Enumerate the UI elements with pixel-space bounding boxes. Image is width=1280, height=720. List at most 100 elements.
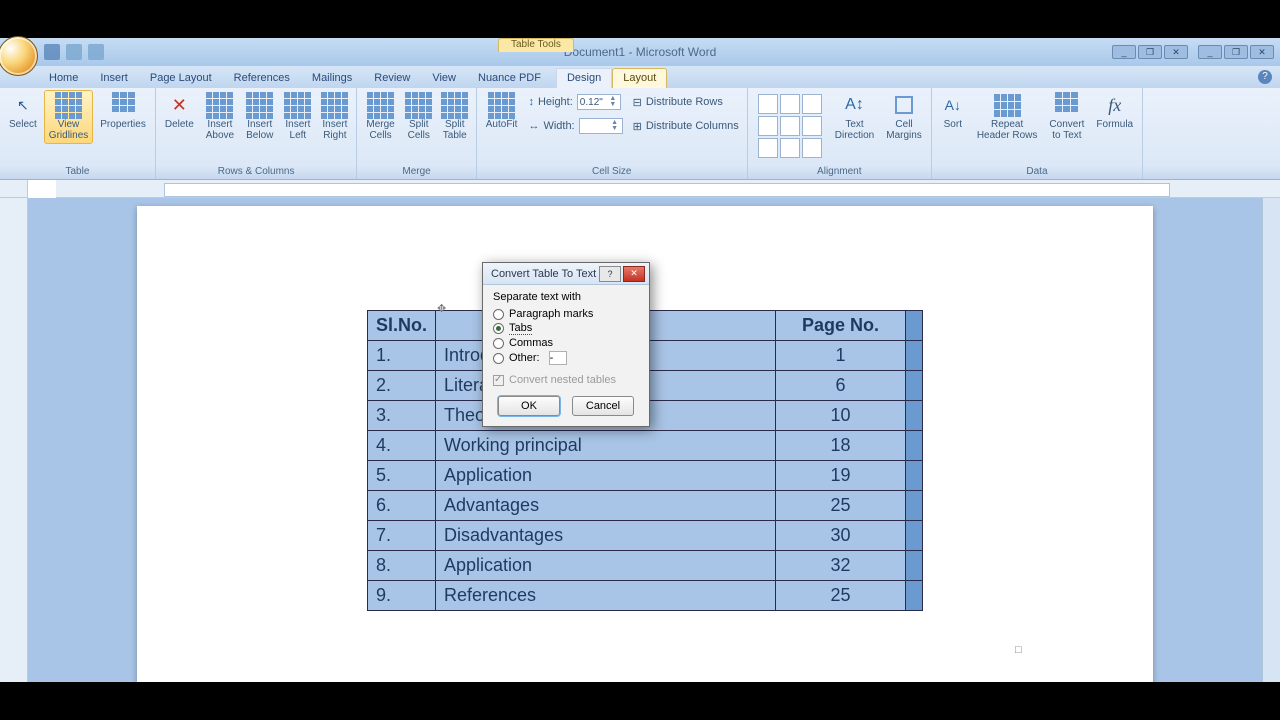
table-row[interactable]: 4.Working principal18 — [367, 431, 922, 461]
autofit-button[interactable]: AutoFit — [481, 90, 523, 133]
text-direction-button[interactable]: A↕ Text Direction — [830, 90, 879, 144]
vertical-ruler[interactable] — [0, 198, 28, 682]
insert-right-button[interactable]: Insert Right — [317, 90, 352, 144]
cell-slno[interactable]: 5. — [367, 461, 435, 491]
cancel-button[interactable]: Cancel — [572, 396, 634, 416]
tab-design[interactable]: Design — [556, 68, 612, 88]
tab-layout[interactable]: Layout — [612, 68, 667, 88]
horizontal-ruler[interactable] — [56, 180, 1280, 198]
cell-page[interactable]: 30 — [776, 521, 906, 551]
cell-slno[interactable]: 3. — [367, 401, 435, 431]
tab-references[interactable]: References — [223, 68, 301, 88]
repeat-header-rows-button[interactable]: Repeat Header Rows — [972, 90, 1043, 144]
table-resize-handle-icon[interactable]: □ — [1015, 644, 1022, 656]
table-move-handle-icon[interactable]: ✥ — [437, 302, 446, 315]
cell-topic[interactable]: Disadvantages — [436, 521, 776, 551]
cell-topic[interactable]: References — [436, 581, 776, 611]
tab-nuance-pdf[interactable]: Nuance PDF — [467, 68, 552, 88]
text-direction-icon: A↕ — [843, 93, 867, 117]
cell-page[interactable]: 25 — [776, 581, 906, 611]
radio-other[interactable]: Other:- — [493, 350, 639, 366]
cell-page[interactable]: 25 — [776, 491, 906, 521]
properties-icon — [111, 93, 135, 117]
cell-topic[interactable]: Application — [436, 461, 776, 491]
height-label: Height: — [538, 96, 573, 108]
qat-save-icon[interactable] — [44, 44, 60, 60]
formula-button[interactable]: fx Formula — [1091, 90, 1138, 133]
cell-topic[interactable]: Application — [436, 551, 776, 581]
dialog-close-button[interactable]: ✕ — [623, 266, 645, 282]
height-input[interactable]: 0.12"▲▼ — [577, 94, 621, 110]
ok-button[interactable]: OK — [498, 396, 560, 416]
table-row[interactable]: 7.Disadvantages30 — [367, 521, 922, 551]
alignment-grid[interactable] — [758, 94, 822, 158]
cell-page[interactable]: 6 — [776, 371, 906, 401]
insert-left-button[interactable]: Insert Left — [280, 90, 315, 144]
select-button[interactable]: ↖ Select — [4, 90, 42, 133]
tab-insert[interactable]: Insert — [89, 68, 139, 88]
table-row[interactable]: 9.References25 — [367, 581, 922, 611]
split-cells-button[interactable]: Split Cells — [402, 90, 436, 144]
document-title: Document1 - Microsoft Word — [564, 45, 717, 59]
sort-button[interactable]: A↓ Sort — [936, 90, 970, 133]
table-row[interactable]: 5.Application19 — [367, 461, 922, 491]
cell-page[interactable]: 18 — [776, 431, 906, 461]
convert-to-text-button[interactable]: Convert to Text — [1044, 90, 1089, 144]
view-gridlines-button[interactable]: View Gridlines — [44, 90, 93, 144]
other-separator-input[interactable]: - — [549, 351, 567, 365]
quick-access-toolbar — [44, 44, 104, 60]
insert-above-button[interactable]: Insert Above — [201, 90, 239, 144]
cell-slno[interactable]: 7. — [367, 521, 435, 551]
cell-page[interactable]: 19 — [776, 461, 906, 491]
doc-close-button[interactable]: ✕ — [1164, 45, 1188, 59]
cell-slno[interactable]: 6. — [367, 491, 435, 521]
radio-commas[interactable]: Commas — [493, 336, 639, 350]
tab-view[interactable]: View — [421, 68, 467, 88]
radio-paragraph-marks[interactable]: Paragraph marks — [493, 307, 639, 321]
qat-undo-icon[interactable] — [66, 44, 82, 60]
cell-margins-button[interactable]: Cell Margins — [881, 90, 927, 144]
tab-home[interactable]: Home — [38, 68, 89, 88]
properties-button[interactable]: Properties — [95, 90, 151, 133]
split-table-button[interactable]: Split Table — [438, 90, 472, 144]
dialog-help-button[interactable]: ? — [599, 266, 621, 282]
help-icon[interactable]: ? — [1258, 70, 1272, 84]
radio-icon — [493, 338, 504, 349]
cell-slno[interactable]: 2. — [367, 371, 435, 401]
tab-page-layout[interactable]: Page Layout — [139, 68, 223, 88]
height-icon: ↕ — [528, 96, 534, 108]
insert-below-button[interactable]: Insert Below — [241, 90, 278, 144]
cell-page[interactable]: 32 — [776, 551, 906, 581]
table-row[interactable]: 6.Advantages25 — [367, 491, 922, 521]
selection-edge — [906, 431, 923, 461]
cell-slno[interactable]: 4. — [367, 431, 435, 461]
tab-mailings[interactable]: Mailings — [301, 68, 363, 88]
cell-topic[interactable]: Working principal — [436, 431, 776, 461]
delete-button[interactable]: ✕ Delete — [160, 90, 199, 133]
header-slno[interactable]: Sl.No. — [367, 311, 435, 341]
radio-tabs[interactable]: Tabs — [493, 321, 639, 336]
dialog-titlebar[interactable]: Convert Table To Text ? ✕ — [483, 263, 649, 285]
table-row[interactable]: 8.Application32 — [367, 551, 922, 581]
cell-slno[interactable]: 8. — [367, 551, 435, 581]
merge-cells-button[interactable]: Merge Cells — [361, 90, 399, 144]
header-page[interactable]: Page No. — [776, 311, 906, 341]
distribute-columns-button[interactable]: ⊞Distribute Columns — [633, 116, 739, 136]
app-minimize-button[interactable]: _ — [1198, 45, 1222, 59]
distribute-rows-button[interactable]: ⊟Distribute Rows — [633, 92, 739, 112]
radio-icon — [493, 323, 504, 334]
tab-review[interactable]: Review — [363, 68, 421, 88]
cell-page[interactable]: 1 — [776, 341, 906, 371]
cell-topic[interactable]: Advantages — [436, 491, 776, 521]
letterbox-bottom — [0, 682, 1280, 720]
app-close-button[interactable]: ✕ — [1250, 45, 1274, 59]
app-restore-button[interactable]: ❐ — [1224, 45, 1248, 59]
width-input[interactable]: ▲▼ — [579, 118, 623, 134]
doc-restore-button[interactable]: ❐ — [1138, 45, 1162, 59]
qat-redo-icon[interactable] — [88, 44, 104, 60]
cell-slno[interactable]: 9. — [367, 581, 435, 611]
cell-slno[interactable]: 1. — [367, 341, 435, 371]
doc-minimize-button[interactable]: _ — [1112, 45, 1136, 59]
vertical-scrollbar[interactable] — [1262, 198, 1280, 682]
cell-page[interactable]: 10 — [776, 401, 906, 431]
